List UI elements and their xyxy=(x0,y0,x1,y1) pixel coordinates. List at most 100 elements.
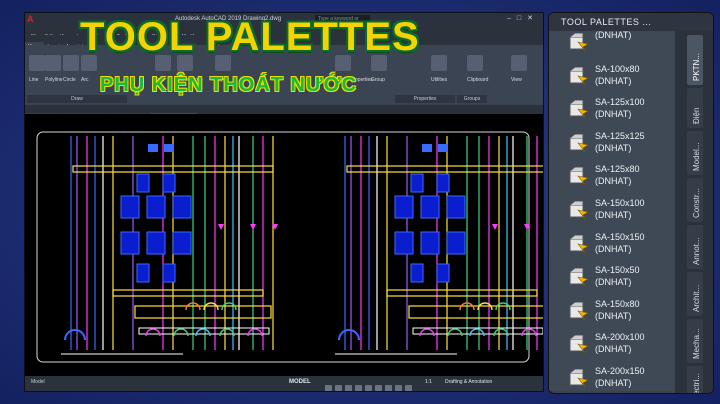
palette-tab-4[interactable]: Annot... xyxy=(687,225,703,269)
palette-tab-label: Model... xyxy=(692,142,701,171)
palette-tab-3[interactable]: Constr... xyxy=(687,178,703,222)
valve-block xyxy=(136,173,150,193)
model-space-button[interactable]: MODEL xyxy=(289,379,311,385)
valve-block xyxy=(446,195,466,219)
palette-tool-label: (DNHAT) xyxy=(595,30,632,40)
palette-tab-1[interactable]: Điện xyxy=(687,88,703,128)
valve-block xyxy=(436,173,450,193)
autocad-window: A Autodesk AutoCAD 2019 Drawing2.dwg Typ… xyxy=(24,12,544,392)
palette-tab-6[interactable]: Mecha... xyxy=(687,319,703,363)
palette-tool-item[interactable]: SA-125x100 (DNHAT) xyxy=(549,92,675,124)
block-tool-icon xyxy=(569,166,589,186)
palette-tool-item[interactable]: SA-125x80 (DNHAT) xyxy=(549,159,675,191)
valve-block xyxy=(162,263,176,283)
palette-list: (DNHAT) SA-100x80 (DNHAT) SA-125x100 (DNHA… xyxy=(549,30,675,393)
valve-block xyxy=(422,144,432,152)
palette-tab-7[interactable]: Electri... xyxy=(687,366,703,394)
palette-tab-label: Annot... xyxy=(692,237,701,265)
block-tool-icon xyxy=(569,267,589,287)
palette-tool-label: SA-150x80 (DNHAT) xyxy=(595,298,640,321)
block-tool-icon xyxy=(569,99,589,119)
palette-tool-item[interactable]: (DNHAT) xyxy=(549,25,675,57)
status-bar: Model MODEL 1:1 Drafting & Annotation xyxy=(25,376,543,391)
palette-tab-label: Electri... xyxy=(692,373,701,394)
palette-tool-label: SA-200x100 (DNHAT) xyxy=(595,332,645,355)
valve-block xyxy=(410,263,424,283)
palette-tool-label: SA-150x150 (DNHAT) xyxy=(595,231,645,254)
valve-block xyxy=(164,144,174,152)
tool-label: Circle xyxy=(63,77,76,83)
valve-block xyxy=(394,195,414,219)
block-tool-icon xyxy=(569,32,589,52)
palette-tool-item[interactable]: SA-200x100 (DNHAT) xyxy=(549,327,675,359)
tool-icon xyxy=(45,55,61,71)
palette-tool-item[interactable]: SA-150x50 (DNHAT) xyxy=(549,260,675,292)
palette-tab-0[interactable]: PKTN... xyxy=(687,35,703,85)
status-toggles[interactable] xyxy=(325,379,415,391)
palette-tab-label: Điện xyxy=(692,107,701,124)
valve-block xyxy=(120,195,140,219)
document-tabs: StartDrawing1*PKTNDrawing2* xyxy=(25,105,543,122)
autocad-logo-icon[interactable]: A xyxy=(27,14,37,24)
palette-tool-label: SA-150x50 (DNHAT) xyxy=(595,265,640,288)
tool-circle-button[interactable]: Circle xyxy=(63,55,79,83)
block-tool-icon xyxy=(569,234,589,253)
tool-label: Clipboard xyxy=(467,77,489,83)
valve-block xyxy=(446,231,466,255)
palette-tool-label: SA-150x100 (DNHAT) xyxy=(595,198,645,220)
block-tool-icon xyxy=(569,200,589,220)
valve-block xyxy=(410,173,424,193)
palette-tool-item[interactable]: SA-150x80 (DNHAT) xyxy=(549,294,675,326)
palette-tab-label: Constr... xyxy=(692,188,701,218)
tool-label: View xyxy=(511,77,522,83)
model-tab[interactable]: Model xyxy=(31,379,45,385)
valve-block xyxy=(438,144,448,152)
tool-polyline-button[interactable]: Polyline xyxy=(45,55,63,83)
tool-label: Arc xyxy=(81,77,89,83)
palette-tool-item[interactable]: SA-150x150 (DNHAT) xyxy=(549,227,675,259)
valve-block xyxy=(420,231,440,255)
valve-block xyxy=(172,195,192,219)
overlay-title: TOOL PALETTES xyxy=(80,15,420,59)
annotation-scale[interactable]: 1:1 xyxy=(425,379,432,385)
window-controls[interactable]: –□✕ xyxy=(507,13,539,25)
block-tool-icon xyxy=(569,334,589,354)
palette-tab-label: Archit... xyxy=(692,284,701,312)
palette-tab-label: PKTN... xyxy=(692,52,701,81)
tool-label: Line xyxy=(29,77,39,83)
palette-tool-item[interactable]: SA-150x100 (DNHAT) xyxy=(549,193,675,225)
valve-block xyxy=(172,231,192,255)
valve-block xyxy=(148,144,158,152)
tool-label: Polyline xyxy=(45,77,63,83)
cad-drawing xyxy=(25,114,543,376)
valve-block xyxy=(394,231,414,255)
workspace-switch[interactable]: Drafting & Annotation xyxy=(445,379,492,385)
tool-icon xyxy=(511,55,527,71)
palette-tool-item[interactable]: SA-200x150 (DNHAT) xyxy=(549,361,675,393)
valve-block xyxy=(436,263,450,283)
tool-palettes-panel: TOOL PALETTES ... (DNHAT) SA-100x80 (DNHA… xyxy=(548,12,714,394)
drawing-canvas[interactable] xyxy=(25,114,543,376)
tool-icon xyxy=(29,55,45,71)
block-tool-icon xyxy=(569,66,589,85)
palette-side-tabs: PKTN... Điện Model... Constr... Annot... Arch… xyxy=(675,31,713,393)
block-tool-icon xyxy=(569,368,589,388)
valve-block xyxy=(136,263,150,283)
tool-view-button[interactable]: View xyxy=(511,55,527,83)
tool-line-button[interactable]: Line xyxy=(29,55,45,83)
palette-tool-label: SA-125x80 (DNHAT) xyxy=(595,164,640,187)
palette-tool-item[interactable]: SA-100x80 (DNHAT) xyxy=(549,59,675,91)
palette-tool-label: SA-100x80 (DNHAT) xyxy=(595,63,640,86)
palette-tool-item[interactable]: SA-125x125 (DNHAT) xyxy=(549,126,675,158)
palette-tab-5[interactable]: Archit... xyxy=(687,272,703,316)
palette-tab-label: Mecha... xyxy=(692,328,701,359)
valve-block xyxy=(162,173,176,193)
valve-block xyxy=(420,195,440,219)
palette-tab-2[interactable]: Model... xyxy=(687,131,703,175)
valve-block xyxy=(146,195,166,219)
valve-block xyxy=(146,231,166,255)
tool-icon xyxy=(63,55,79,71)
valve-block xyxy=(120,231,140,255)
block-tool-icon xyxy=(569,133,589,152)
overlay-subtitle: PHỤ KIỆN THOÁT NƯỚC xyxy=(100,74,358,96)
